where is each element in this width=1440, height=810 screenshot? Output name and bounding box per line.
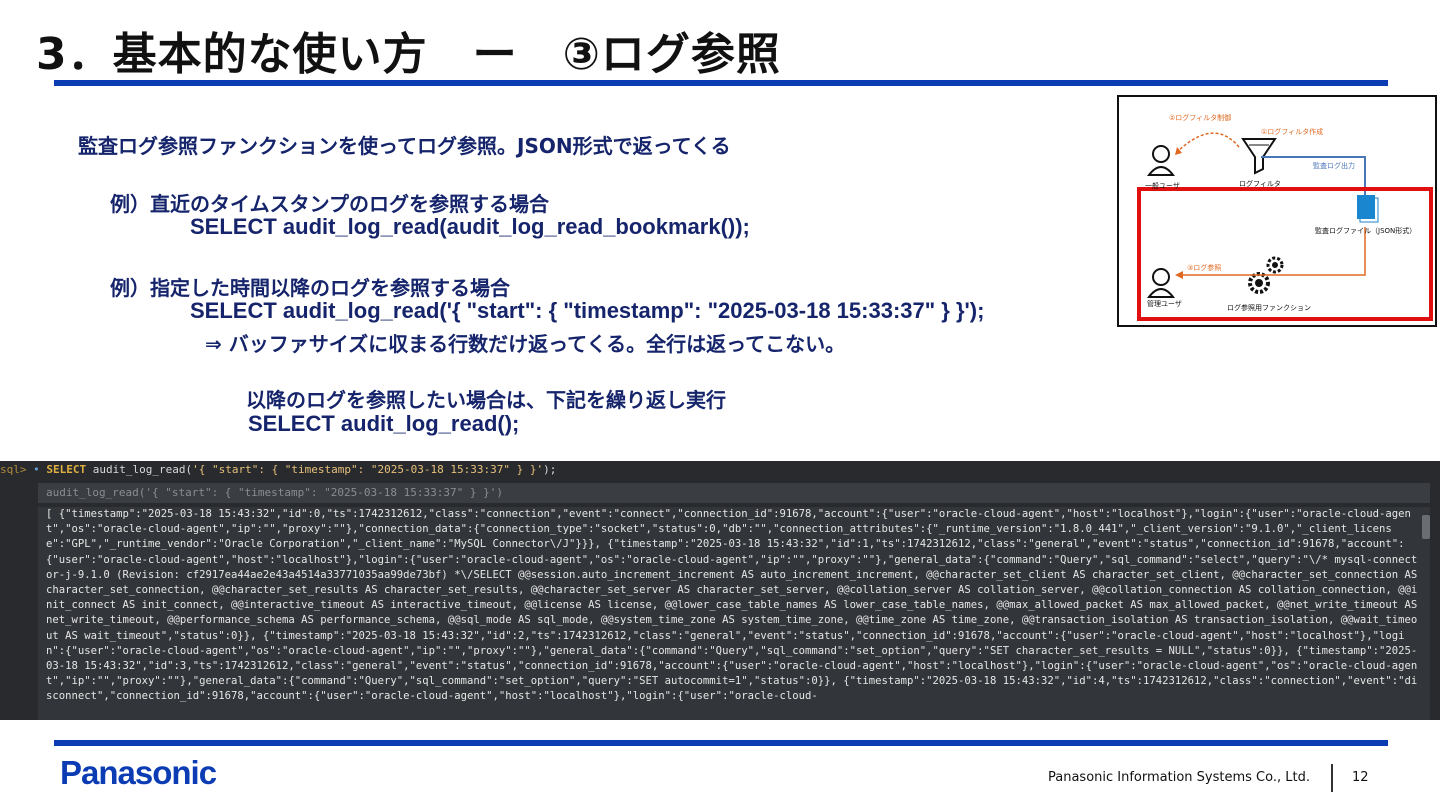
log-file-label: 監査ログファイル（JSON形式） [1315,227,1417,235]
filter-control-arrow [1176,132,1240,153]
ref-function-label: ログ参照用ファンクション [1227,304,1311,312]
example1-label: 例）直近のタイムスタンプのログを参照する場合 [110,192,549,216]
example2-sql: SELECT audit_log_read('{ "start": { "tim… [190,298,985,323]
result-header: audit_log_read('{ "start": { "timestamp"… [38,483,1430,503]
result-scrollbar[interactable] [1422,515,1430,539]
audit-log-diagram: ②ログフィルタ制御 ①ログフィルタ作成 監査ログ出力 一般ユーザ ログフィルタ … [1117,95,1437,327]
console-prompt: sql> [0,463,27,476]
repeat-sql: SELECT audit_log_read(); [248,411,520,436]
lead-text: 監査ログ参照ファンクションを使ってログ参照。JSON形式で返ってくる [78,134,731,158]
admin-user-icon [1146,268,1176,298]
command-keyword: SELECT [46,463,87,476]
log-file-icon [1357,195,1379,223]
page-number: 12 [1352,770,1369,785]
result-json: [ {"timestamp":"2025-03-18 15:43:32","id… [46,508,1418,703]
log-ref-label: ③ログ参照 [1187,264,1222,272]
admin-user-label: 管理ユーザ [1147,300,1182,308]
command-arg: '{ "start": { "timestamp": "2025-03-18 1… [192,463,544,476]
command-line[interactable]: sql> • SELECT audit_log_read('{ "start":… [0,461,1440,479]
repeat-label: 以降のログを参照したい場合は、下記を繰り返し実行 [246,388,726,412]
footer-rule [54,740,1388,746]
highlight-box [1137,187,1433,321]
buffer-note: ⇒ バッファサイズに収まる行数だけ返ってくる。全行は返ってこない。 [205,332,846,356]
filter-create-label: ①ログフィルタ作成 [1261,128,1324,136]
log-output-label: 監査ログ出力 [1313,162,1355,170]
general-user-icon [1146,145,1176,176]
general-user-label: 一般ユーザ [1145,182,1180,190]
company-name: Panasonic Information Systems Co., Ltd. [1048,770,1310,785]
slide-title: 3．基本的な使い方 ー ③ログ参照 [36,29,781,80]
footer-separator [1331,764,1333,792]
command-rest: audit_log_read( [86,463,193,476]
title-underline [54,80,1388,86]
example2-label: 例）指定した時間以降のログを参照する場合 [110,276,510,300]
sql-console[interactable]: sql> • SELECT audit_log_read('{ "start":… [0,461,1440,720]
log-filter-label: ログフィルタ [1239,180,1281,188]
example1-sql: SELECT audit_log_read(audit_log_read_boo… [190,214,750,239]
result-panel[interactable]: [ {"timestamp":"2025-03-18 15:43:32","id… [38,507,1430,720]
panasonic-logo: Panasonic [60,754,217,791]
command-end: ); [543,463,557,476]
filter-control-label: ②ログフィルタ制御 [1169,114,1232,122]
